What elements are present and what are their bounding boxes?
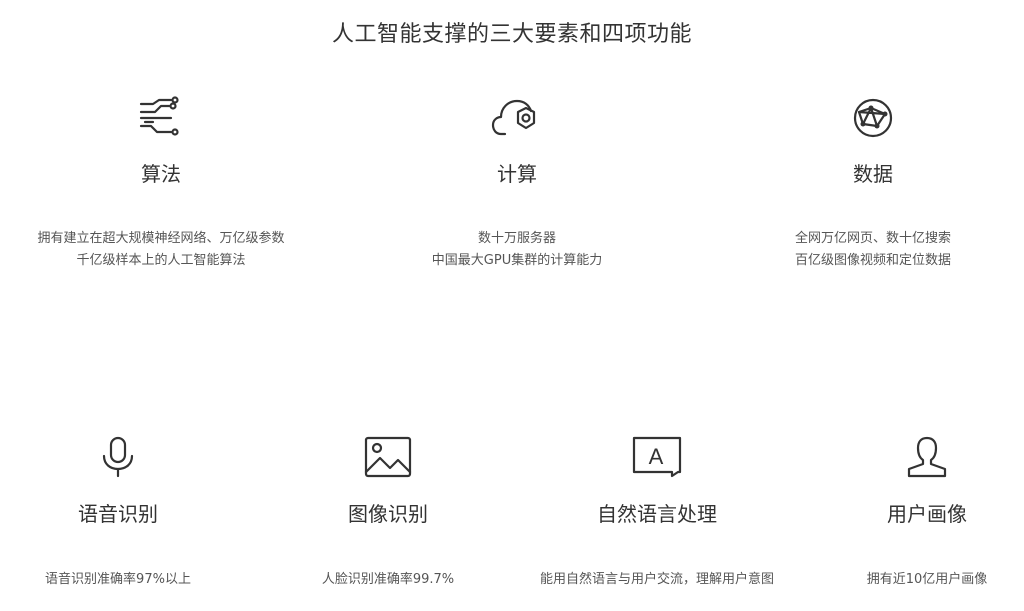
microphone-icon	[102, 436, 134, 478]
element-desc-line: 百亿级图像视频和定位数据	[794, 253, 951, 268]
function-desc: 人脸识别准确率99.7%	[321, 572, 455, 587]
text-bubble-icon: A	[632, 436, 682, 478]
function-desc: 能用自然语言与用户交流，理解用户意图	[539, 572, 774, 587]
element-desc-line: 全网万亿网页、数十亿搜索	[794, 231, 951, 246]
element-data: 数据 全网万亿网页、数十亿搜索 百亿级图像视频和定位数据	[732, 96, 1014, 272]
element-name: 数据	[853, 162, 893, 186]
algorithm-icon	[139, 96, 179, 136]
user-profile-icon	[907, 436, 947, 478]
function-name: 自然语言处理	[597, 502, 717, 526]
element-desc-line: 中国最大GPU集群的计算能力	[431, 253, 603, 268]
element-name: 算法	[141, 162, 181, 186]
element-algorithm: 算法 拥有建立在超大规模神经网络、万亿级参数 千亿级样本上的人工智能算法	[20, 96, 302, 272]
element-desc-line: 千亿级样本上的人工智能算法	[76, 253, 246, 268]
image-icon	[364, 436, 412, 478]
element-desc-line: 数十万服务器	[477, 231, 556, 246]
function-image: 图像识别 人脸识别准确率99.7%	[288, 436, 488, 591]
function-user-profile: 用户画像 拥有近10亿用户画像	[827, 436, 1024, 591]
function-speech: 语音识别 语音识别准确率97%以上	[18, 436, 218, 591]
function-name: 语音识别	[78, 502, 158, 526]
globe-network-icon	[853, 98, 893, 138]
function-name: 用户画像	[887, 502, 967, 526]
element-name: 计算	[497, 162, 537, 186]
element-desc-line: 拥有建立在超大规模神经网络、万亿级参数	[37, 231, 285, 246]
function-desc: 拥有近10亿用户画像	[866, 572, 988, 587]
cloud-compute-icon	[491, 99, 536, 136]
svg-text:A: A	[649, 444, 664, 469]
function-desc: 语音识别准确率97%以上	[45, 572, 191, 587]
function-name: 图像识别	[348, 502, 428, 526]
function-nlp: A 自然语言处理 能用自然语言与用户交流，理解用户意图	[507, 436, 807, 591]
section-title: 人工智能支撑的三大要素和四项功能	[331, 22, 692, 47]
element-compute: 计算 数十万服务器 中国最大GPU集群的计算能力	[376, 96, 658, 272]
